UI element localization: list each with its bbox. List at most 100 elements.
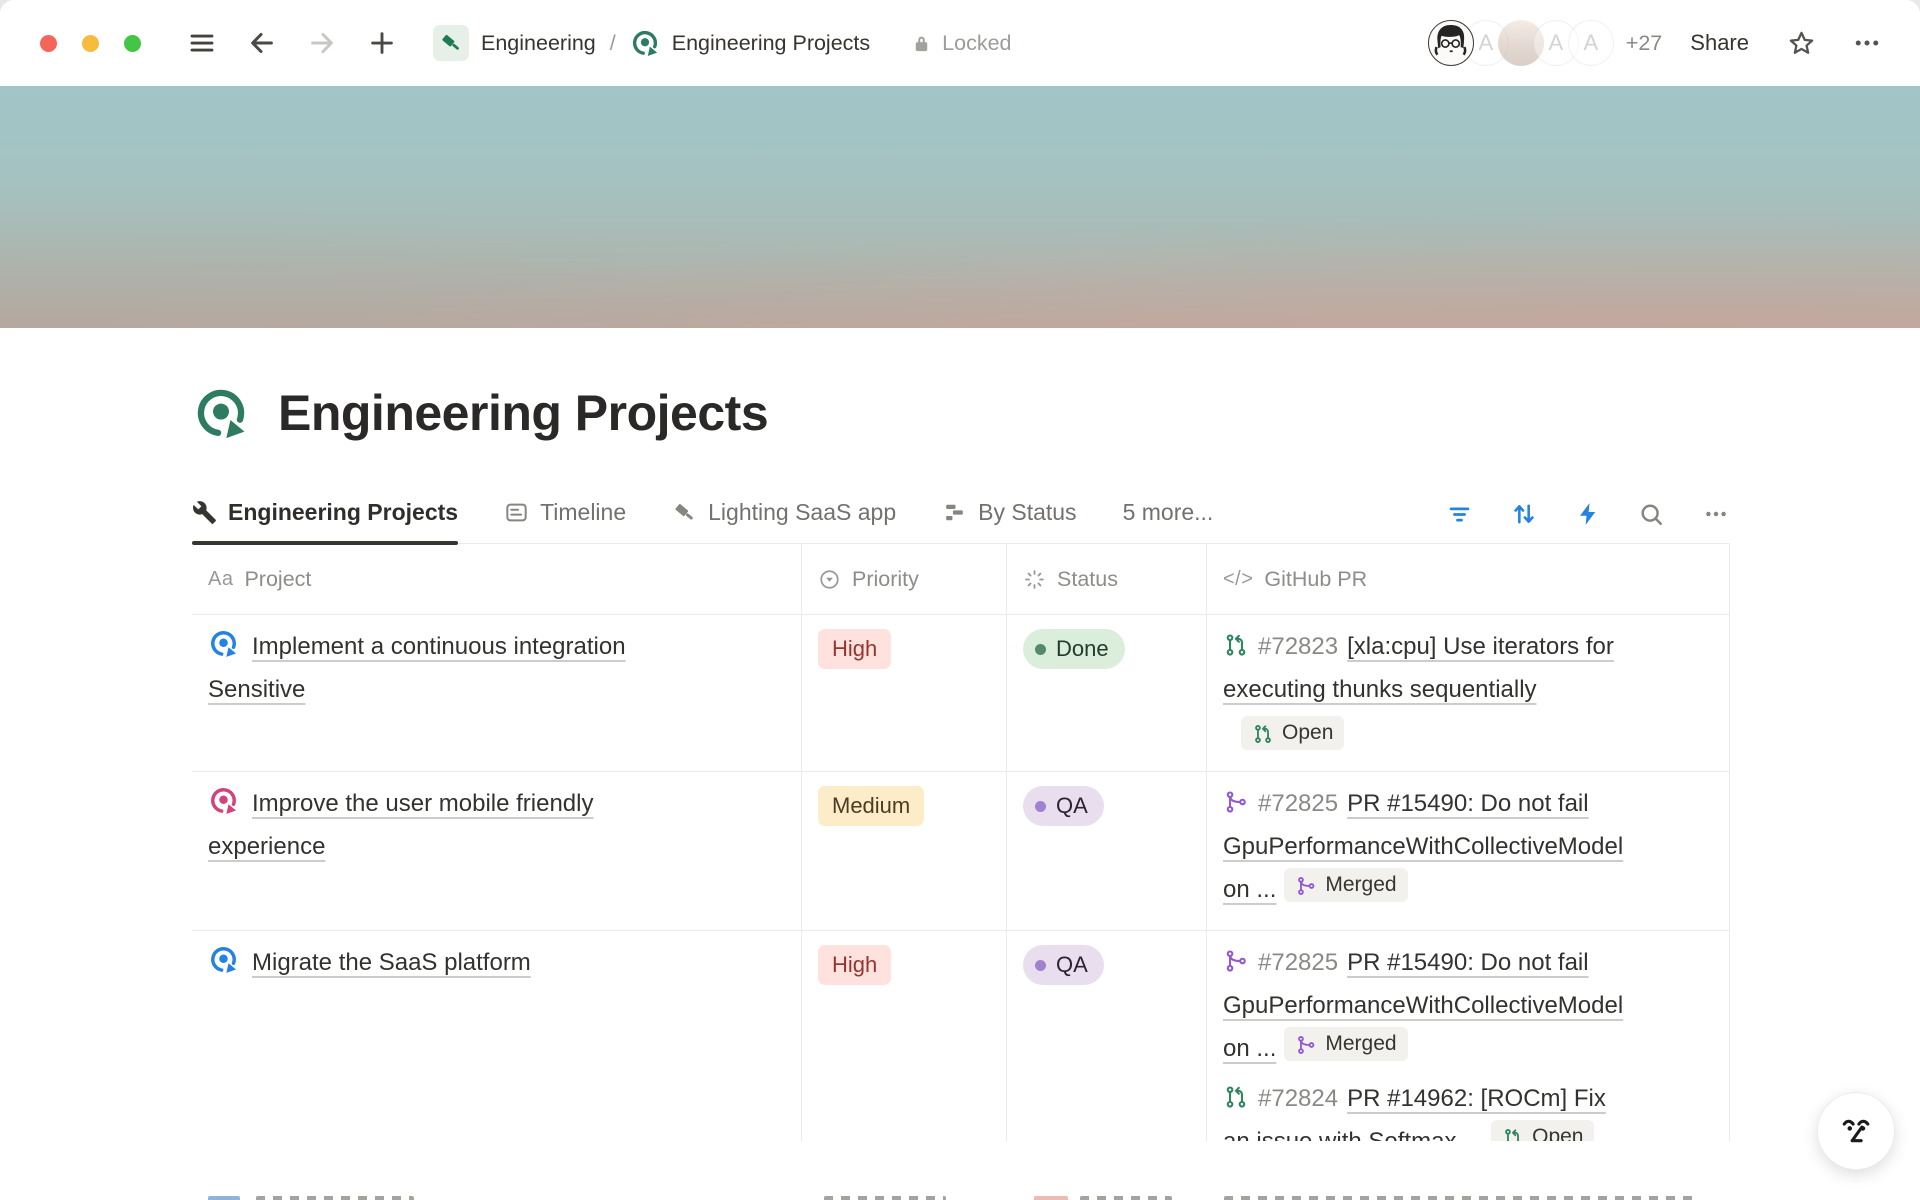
lock-icon <box>910 32 933 55</box>
favorite-star-icon[interactable] <box>1787 29 1816 58</box>
face-logo-icon <box>1834 1109 1878 1153</box>
priority-pill[interactable]: Medium <box>818 786 924 826</box>
minimize-window-button[interactable] <box>82 35 99 52</box>
priority-cell[interactable]: Medium <box>802 772 1007 930</box>
status-pill[interactable]: QA <box>1023 786 1104 826</box>
github-pr-cell[interactable]: #72825PR #15490: Do not fail GpuPerforma… <box>1207 931 1730 1153</box>
table-row: Implement a continuous integration Sensi… <box>192 615 1730 772</box>
breadcrumb-separator: / <box>610 31 616 56</box>
status-pill[interactable]: Done <box>1023 629 1125 669</box>
partial-next-row-text <box>1080 1196 1172 1200</box>
window-titlebar: Engineering / Engineering Projects Locke… <box>0 0 1920 86</box>
title-property-icon: Aa <box>208 568 233 591</box>
pr-number: #72825 <box>1258 790 1338 817</box>
new-page-icon[interactable] <box>365 26 399 60</box>
status-label: QA <box>1056 947 1088 983</box>
project-title-link[interactable]: Implement a continuous integration Sensi… <box>208 633 626 703</box>
titlebar-actions: A A A +27 Share <box>1428 20 1882 66</box>
bottom-strip <box>0 1141 1920 1200</box>
status-cell[interactable]: Done <box>1007 615 1207 771</box>
avatar-stack[interactable]: A A A <box>1428 20 1614 66</box>
partial-next-row-text <box>256 1196 414 1200</box>
avatar[interactable] <box>1428 20 1474 66</box>
filter-icon[interactable] <box>1446 501 1473 528</box>
project-cycle-icon <box>208 785 239 816</box>
back-icon[interactable] <box>245 26 279 60</box>
project-title-link[interactable]: Improve the user mobile friendly experie… <box>208 790 593 860</box>
project-title-link[interactable]: Migrate the SaaS platform <box>252 949 531 976</box>
forward-icon[interactable] <box>305 26 339 60</box>
status-cell[interactable]: QA <box>1007 772 1207 930</box>
automation-icon[interactable] <box>1575 501 1601 527</box>
zoom-window-button[interactable] <box>124 35 141 52</box>
view-tabs: Engineering Projects Timeline Lighting S… <box>192 488 1730 544</box>
partial-next-row-text <box>1224 1196 1694 1200</box>
pr-open-icon <box>1223 629 1249 655</box>
status-cell[interactable]: QA <box>1007 931 1207 1153</box>
floating-assistant-button[interactable] <box>1817 1092 1895 1170</box>
column-header-priority[interactable]: Priority <box>802 544 1007 614</box>
pr-state-badge[interactable]: Open <box>1241 716 1344 750</box>
column-label: Project <box>244 567 311 592</box>
avatar[interactable]: A <box>1568 20 1614 66</box>
column-header-github-pr[interactable]: </> GitHub PR <box>1207 544 1730 614</box>
page-header: Engineering Projects <box>192 378 1730 448</box>
priority-cell[interactable]: High <box>802 615 1007 771</box>
view-toolbar <box>1446 500 1730 543</box>
more-options-icon[interactable] <box>1852 28 1882 58</box>
github-pr-cell[interactable]: #72825PR #15490: Do not fail GpuPerforma… <box>1207 772 1730 930</box>
status-dot <box>1035 960 1046 971</box>
pr-state-badge[interactable]: Merged <box>1284 868 1407 902</box>
priority-pill[interactable]: High <box>818 629 891 669</box>
column-header-project[interactable]: Aa Project <box>192 544 802 614</box>
status-label: Done <box>1056 631 1109 667</box>
locked-indicator[interactable]: Locked <box>910 31 1011 56</box>
breadcrumb-page[interactable]: Engineering Projects <box>672 31 870 56</box>
project-cell[interactable]: Migrate the SaaS platform <box>192 931 802 1153</box>
tab-label: Engineering Projects <box>228 499 458 526</box>
column-label: Priority <box>852 567 919 592</box>
app-window: Engineering / Engineering Projects Locke… <box>0 0 1920 1200</box>
table-header-row: Aa Project Priority Status </> <box>192 544 1730 615</box>
wrench-icon <box>192 500 217 525</box>
tab-timeline[interactable]: Timeline <box>504 499 626 543</box>
column-header-status[interactable]: Status <box>1007 544 1207 614</box>
avatar-overflow-count[interactable]: +27 <box>1626 31 1662 56</box>
close-window-button[interactable] <box>40 35 57 52</box>
select-property-icon <box>818 568 841 591</box>
status-pill[interactable]: QA <box>1023 945 1104 985</box>
project-cell[interactable]: Implement a continuous integration Sensi… <box>192 615 802 771</box>
pr-open-icon <box>1223 1081 1249 1107</box>
github-pr-cell[interactable]: #72823[xla:cpu] Use iterators for execut… <box>1207 615 1730 771</box>
view-more-icon[interactable] <box>1702 500 1730 528</box>
tab-engineering-projects[interactable]: Engineering Projects <box>192 499 458 543</box>
breadcrumb-workspace[interactable]: Engineering <box>481 31 596 56</box>
traffic-lights <box>40 35 141 52</box>
pr-state-label: Merged <box>1325 1027 1396 1061</box>
tab-lighting-saas-app[interactable]: Lighting SaaS app <box>672 499 896 543</box>
tab-label: By Status <box>978 499 1076 526</box>
locked-label: Locked <box>942 31 1011 56</box>
sort-icon[interactable] <box>1510 500 1538 528</box>
priority-cell[interactable]: High <box>802 931 1007 1153</box>
priority-pill[interactable]: High <box>818 945 891 985</box>
page-title[interactable]: Engineering Projects <box>278 384 768 442</box>
pr-open-icon <box>1252 722 1274 744</box>
sidebar-toggle-icon[interactable] <box>185 26 219 60</box>
pr-number: #72824 <box>1258 1085 1338 1112</box>
workspace-hammer-icon[interactable] <box>433 25 469 61</box>
breadcrumb: Engineering / Engineering Projects <box>433 25 870 61</box>
pr-merged-icon <box>1223 945 1249 971</box>
page-cycle-icon-large[interactable] <box>192 384 250 442</box>
tab-by-status[interactable]: By Status <box>942 499 1076 543</box>
page-content: Engineering Projects Engineering Project… <box>192 328 1730 1154</box>
partial-next-row-pill <box>1034 1196 1068 1200</box>
pr-number: #72825 <box>1258 949 1338 976</box>
pr-merged-icon <box>1295 1033 1317 1055</box>
share-button[interactable]: Share <box>1690 30 1749 56</box>
more-views-button[interactable]: 5 more... <box>1123 499 1214 543</box>
project-cell[interactable]: Improve the user mobile friendly experie… <box>192 772 802 930</box>
project-cycle-icon <box>208 944 239 975</box>
pr-state-badge[interactable]: Merged <box>1284 1027 1407 1061</box>
search-icon[interactable] <box>1638 501 1665 528</box>
